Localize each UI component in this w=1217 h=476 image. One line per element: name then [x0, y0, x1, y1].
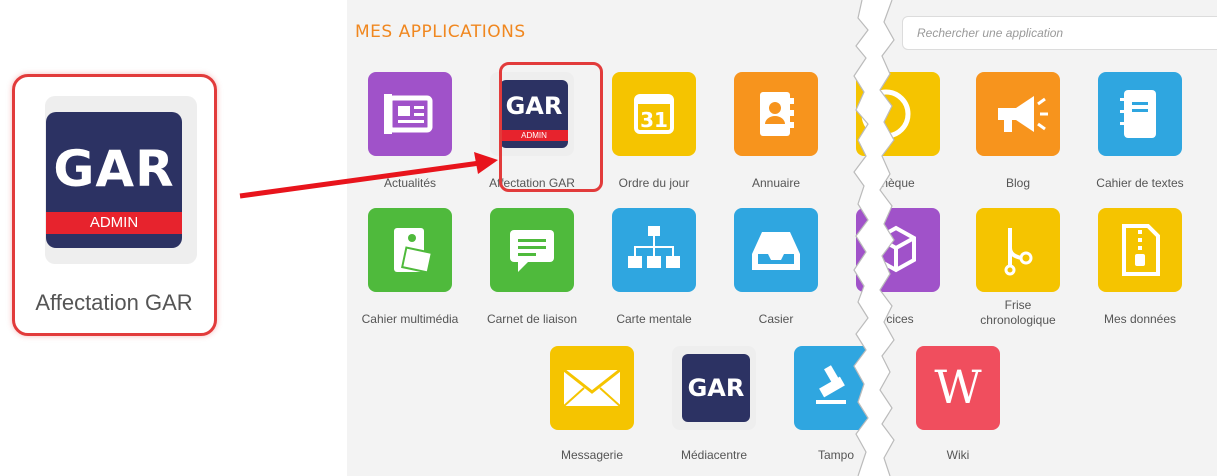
- callout-label: Affectation GAR: [35, 290, 193, 315]
- app-tile-megaphone[interactable]: [976, 72, 1060, 156]
- app-tile-notebook[interactable]: [1098, 72, 1182, 156]
- app-tile-calendar[interactable]: 31: [612, 72, 696, 156]
- app-tile-chat[interactable]: [490, 208, 574, 292]
- pointer-arrow: [239, 152, 498, 199]
- app-label[interactable]: Carte mentale: [589, 312, 719, 327]
- envelope-icon: [563, 368, 621, 407]
- chat-icon: [510, 230, 554, 272]
- app-tile-envelope[interactable]: [550, 346, 634, 430]
- app-label[interactable]: Messagerie: [527, 448, 657, 463]
- app-label[interactable]: Cahier de textes: [1075, 176, 1205, 191]
- app-label[interactable]: Cahier multimédia: [345, 312, 475, 327]
- zip-file-icon: [1122, 224, 1160, 276]
- multimedia-notebook-icon: [394, 228, 433, 274]
- search-input[interactable]: [902, 16, 1217, 50]
- address-book-icon: [760, 92, 794, 136]
- calendar-icon: 31: [634, 94, 674, 134]
- app-tile-gar[interactable]: GAR: [672, 346, 756, 430]
- gar-icon: GAR: [682, 354, 750, 422]
- app-label[interactable]: Ordre du jour: [589, 176, 719, 191]
- app-label[interactable]: Wiki: [893, 448, 1023, 463]
- app-label[interactable]: Casier: [711, 312, 841, 327]
- app-label[interactable]: Blog: [953, 176, 1083, 191]
- svg-text:31: 31: [640, 108, 668, 132]
- callout-logo-badge: ADMIN: [46, 212, 182, 234]
- notebook-icon: [1120, 90, 1156, 138]
- torn-edge: [853, 0, 895, 476]
- app-label[interactable]: Médiacentre: [649, 448, 779, 463]
- app-label[interactable]: Annuaire: [711, 176, 841, 191]
- wiki-icon: W: [934, 360, 982, 414]
- app-tile-zip-file[interactable]: [1098, 208, 1182, 292]
- app-tile-timeline[interactable]: [976, 208, 1060, 292]
- app-tile-mindmap[interactable]: [612, 208, 696, 292]
- megaphone-icon: [998, 96, 1048, 132]
- inbox-tray-icon: [752, 232, 800, 270]
- app-tile-address-book[interactable]: [734, 72, 818, 156]
- app-tile-multimedia-notebook[interactable]: [368, 208, 452, 292]
- app-tile-wiki[interactable]: W: [916, 346, 1000, 430]
- mindmap-icon: [628, 226, 680, 268]
- app-label[interactable]: Carnet de liaison: [467, 312, 597, 327]
- app-label[interactable]: Mes données: [1075, 312, 1205, 327]
- app-tile-inbox-tray[interactable]: [734, 208, 818, 292]
- timeline-icon: [1004, 228, 1033, 276]
- app-label[interactable]: Frise chronologique: [973, 298, 1063, 328]
